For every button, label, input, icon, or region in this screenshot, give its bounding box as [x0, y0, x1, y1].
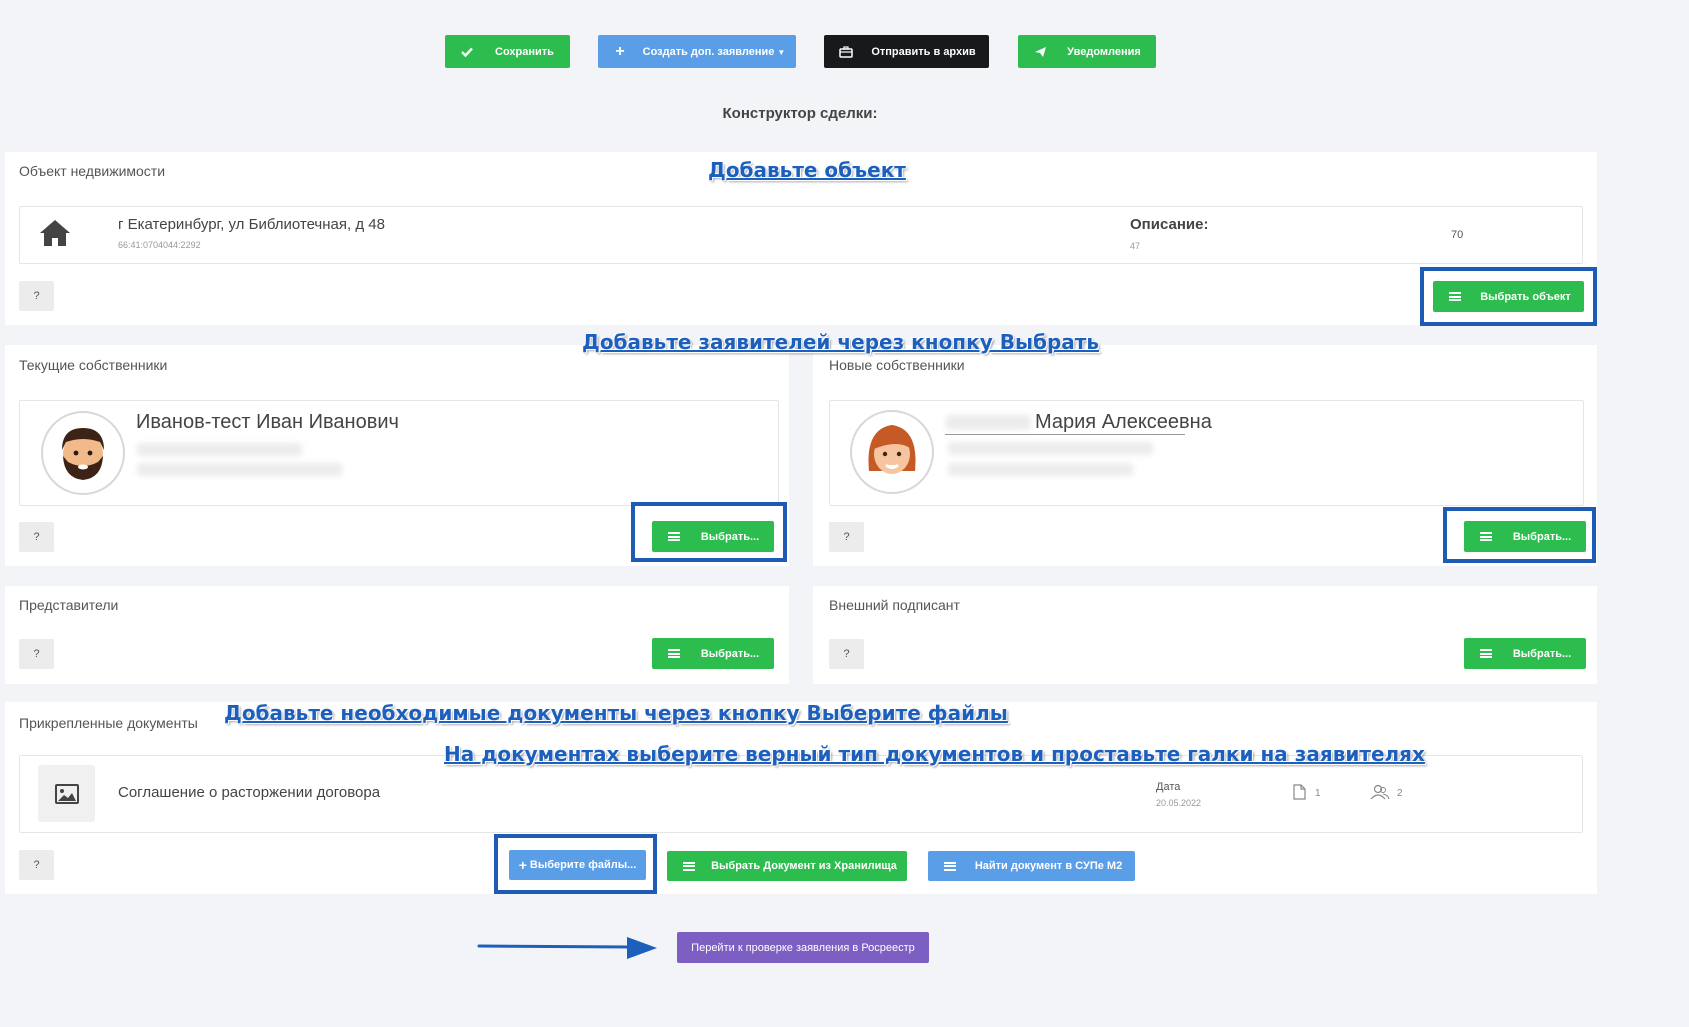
list-icon	[652, 649, 696, 658]
annotation-add-applicants: Добавьте заявителей через кнопку Выбрать	[582, 330, 1100, 354]
image-icon	[38, 765, 95, 822]
select-label: Выбрать...	[700, 647, 760, 660]
representatives-help-button[interactable]: ?	[19, 639, 54, 669]
property-section-title: Объект недвижимости	[19, 163, 166, 179]
description-label: Описание:	[1130, 216, 1209, 233]
save-label: Сохранить	[495, 45, 554, 58]
list-icon	[1464, 649, 1508, 658]
list-icon	[928, 861, 972, 871]
briefcase-icon	[824, 45, 868, 58]
send-to-archive-button[interactable]: Отправить в архив	[824, 35, 989, 68]
documents-help-button[interactable]: ?	[19, 850, 54, 880]
property-cadastral-number: 66:41:0704044:2292	[118, 240, 201, 250]
notifications-label: Уведомления	[1067, 45, 1141, 58]
select-from-storage-button[interactable]: Выбрать Документ из Хранилища	[667, 851, 907, 881]
users-icon	[1370, 784, 1390, 805]
caret-down-icon: ▼	[777, 47, 786, 57]
notifications-button[interactable]: Уведомления	[1018, 35, 1156, 68]
current-owners-help-button[interactable]: ?	[19, 522, 54, 552]
property-card[interactable]	[19, 206, 1583, 264]
highlight-select-new-owner	[1443, 507, 1596, 563]
representatives-panel	[5, 586, 789, 684]
external-signer-help-button[interactable]: ?	[829, 639, 864, 669]
male-avatar	[40, 410, 126, 501]
redacted-info	[137, 443, 302, 456]
redacted-info	[137, 463, 342, 476]
check-icon	[445, 47, 489, 57]
highlight-choose-files	[494, 834, 657, 894]
documents-title: Прикрепленные документы	[19, 715, 198, 731]
representatives-title: Представители	[19, 597, 119, 613]
current-owner-name: Иванов-тест Иван Иванович	[136, 411, 399, 433]
highlight-select-object	[1420, 267, 1597, 326]
select-label: Выбрать...	[1512, 647, 1572, 660]
document-name: Соглашение о расторжении договора	[118, 784, 381, 801]
redacted-info	[948, 442, 1153, 455]
property-help-button[interactable]: ?	[19, 281, 54, 311]
archive-label: Отправить в архив	[871, 45, 976, 58]
new-owner-name: Мария Алексеевна	[1035, 411, 1212, 433]
plus-icon: +	[615, 42, 625, 60]
storage-label: Выбрать Документ из Хранилища	[711, 860, 897, 872]
highlight-select-current-owner	[631, 502, 787, 562]
create-additional-statement-button[interactable]: + Создать доп. заявление ▼	[598, 35, 796, 68]
files-count: 1	[1315, 788, 1321, 799]
document-date-value: 20.05.2022	[1156, 798, 1202, 808]
proceed-to-rosreestr-check-button[interactable]: Перейти к проверке заявления в Росреестр	[677, 932, 929, 963]
property-address: г Екатеринбург, ул Библиотечная, д 48	[118, 216, 385, 233]
file-icon	[1293, 784, 1306, 805]
redacted-info	[948, 463, 1133, 476]
annotation-add-documents: Добавьте необходимые документы через кно…	[224, 701, 1008, 725]
list-icon	[667, 861, 711, 871]
signers-count: 2	[1397, 788, 1403, 799]
current-owners-title: Текущие собственники	[19, 357, 168, 373]
document-date-label: Дата	[1156, 781, 1181, 793]
arrow-right-icon	[477, 935, 659, 966]
select-representative-button[interactable]: Выбрать...	[652, 638, 774, 669]
annotation-document-types: На документах выберите верный тип докуме…	[444, 742, 1425, 766]
paper-plane-icon	[1018, 46, 1062, 58]
select-external-signer-button[interactable]: Выбрать...	[1464, 638, 1586, 669]
find-document-button[interactable]: Найти документ в СУПе М2	[928, 851, 1135, 881]
home-icon	[38, 218, 72, 253]
annotation-add-object: Добавьте объект	[708, 158, 906, 182]
submit-label: Перейти к проверке заявления в Росреестр	[691, 941, 915, 954]
name-underline	[945, 434, 1185, 435]
page-title: Конструктор сделки:	[722, 105, 878, 122]
new-owners-title: Новые собственники	[829, 357, 965, 373]
new-owners-help-button[interactable]: ?	[829, 522, 864, 552]
external-signer-title: Внешний подписант	[829, 597, 960, 613]
create-label: Создать доп. заявление	[642, 45, 775, 58]
description-value: 47	[1130, 241, 1141, 251]
save-button[interactable]: Сохранить	[445, 35, 570, 68]
redacted-surname	[946, 415, 1031, 430]
find-label: Найти документ в СУПе М2	[974, 860, 1123, 872]
current-owner-card[interactable]	[19, 400, 779, 506]
female-avatar	[849, 409, 935, 500]
property-extra-value: 70	[1451, 229, 1464, 241]
